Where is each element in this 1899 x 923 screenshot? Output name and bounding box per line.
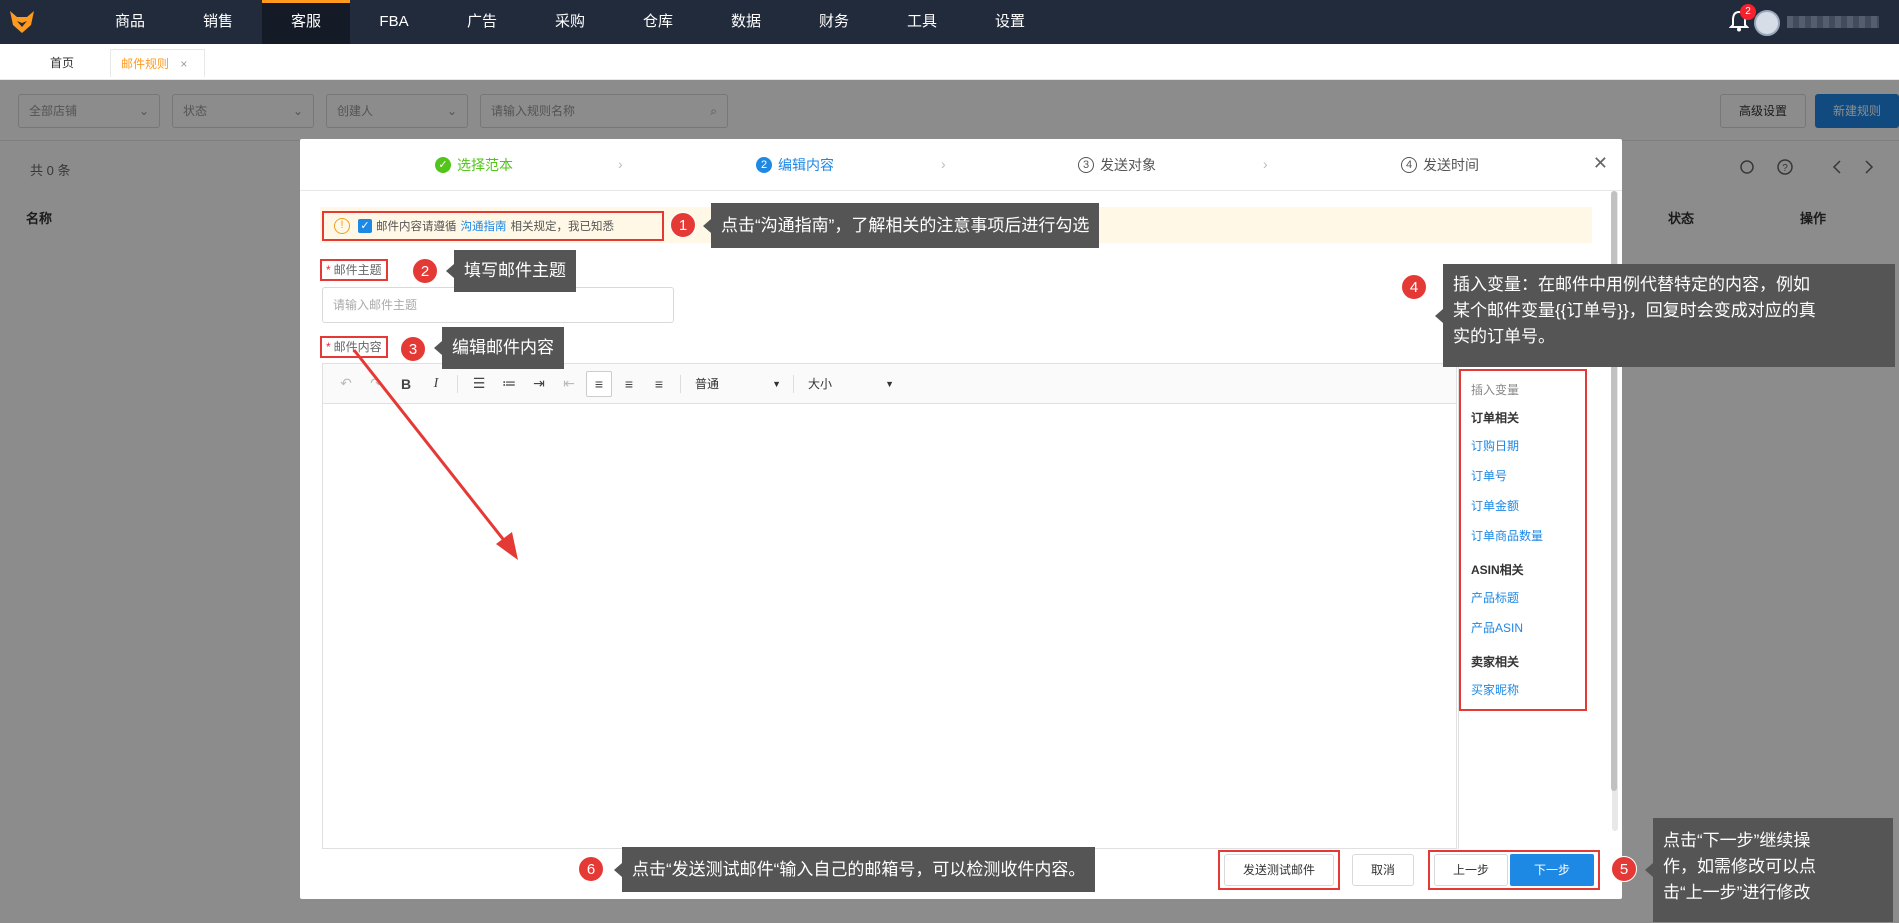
insert-variable-panel: 插入变量 订单相关 订购日期 订单号 订单金额 订单商品数量 ASIN相关 产品… — [1458, 363, 1592, 849]
subject-input[interactable] — [322, 287, 674, 323]
fox-logo-icon — [10, 11, 34, 33]
step-recipients[interactable]: 3 发送对象 — [1078, 155, 1156, 175]
callout-6: 点击“发送测试邮件“输入自己的邮箱号，可以检测收件内容。 — [613, 847, 1096, 892]
subject-label-text: 邮件主题 — [333, 263, 382, 277]
top-nav: 商品 销售 客服 FBA 广告 采购 仓库 数据 财务 工具 设置 2 — [0, 0, 1899, 44]
close-icon[interactable]: × — [180, 57, 187, 71]
callout-4: 插入变量：在邮件中用例代替特定的内容，例如 某个邮件变量{{订单号}}，回复时会… — [1435, 264, 1895, 367]
checkbox-checked[interactable]: ✓ — [358, 219, 372, 233]
caret-down-icon: ▼ — [885, 378, 894, 389]
callout-5-line-2: 作，如需修改可以点 — [1663, 857, 1816, 876]
variable-order-date[interactable]: 订购日期 — [1471, 437, 1519, 454]
variable-panel-title: 插入变量 — [1471, 383, 1520, 397]
chevron-right-icon: › — [618, 156, 623, 172]
step-choose-template[interactable]: ✓ 选择范本 — [435, 155, 513, 175]
notice-suffix: 相关规定，我已知悉 — [510, 221, 615, 233]
variable-buyer-nickname[interactable]: 买家昵称 — [1471, 681, 1519, 698]
communication-guide-link[interactable]: 沟通指南 — [461, 218, 507, 234]
step-number: 3 — [1078, 157, 1094, 173]
nav-data[interactable]: 数据 — [702, 0, 790, 44]
cancel-button[interactable]: 取消 — [1352, 854, 1414, 886]
callout-badge-2: 2 — [412, 258, 438, 284]
tab-mail-rules[interactable]: 邮件规则 × — [110, 49, 205, 77]
outdent-icon[interactable]: ⇤ — [556, 371, 582, 397]
callout-badge-6: 6 — [578, 856, 604, 882]
variable-group-order: 订单相关 — [1471, 411, 1520, 425]
nav-settings[interactable]: 设置 — [966, 0, 1054, 44]
step-label: 发送对象 — [1100, 157, 1156, 173]
chevron-right-icon: › — [1263, 156, 1268, 172]
toolbar-divider — [680, 374, 681, 393]
callout-5: 点击“下一步”继续操 作，如需修改可以点 击“上一步”进行修改 — [1645, 818, 1893, 922]
toolbar-divider — [793, 374, 794, 393]
step-send-time[interactable]: 4 发送时间 — [1401, 155, 1479, 175]
main-menu: 商品 销售 客服 FBA 广告 采购 仓库 数据 财务 工具 设置 — [86, 0, 1054, 44]
step-number: 4 — [1401, 157, 1417, 173]
variable-product-asin[interactable]: 产品ASIN — [1471, 619, 1523, 636]
nav-warehouse[interactable]: 仓库 — [614, 0, 702, 44]
font-size-value: 大小 — [808, 376, 833, 391]
required-mark: * — [326, 340, 331, 354]
nav-purchase[interactable]: 采购 — [526, 0, 614, 44]
send-test-mail-button[interactable]: 发送测试邮件 — [1224, 854, 1334, 886]
nav-ads[interactable]: 广告 — [438, 0, 526, 44]
nav-products[interactable]: 商品 — [86, 0, 174, 44]
next-step-button[interactable]: 下一步 — [1510, 854, 1594, 886]
nav-sales[interactable]: 销售 — [174, 0, 262, 44]
variable-order-amount[interactable]: 订单金额 — [1471, 497, 1519, 514]
page-tabs: 首页 邮件规则 × — [0, 44, 1899, 80]
warning-icon: ! — [334, 218, 350, 234]
annotation-arrow-icon — [352, 349, 518, 560]
caret-down-icon: ▼ — [772, 378, 781, 389]
variable-list-highlight: 插入变量 订单相关 订购日期 订单号 订单金额 订单商品数量 ASIN相关 产品… — [1459, 369, 1587, 711]
callout-1: 点击“沟通指南”，了解相关的注意事项后进行勾选 — [702, 203, 1100, 248]
nav-finance[interactable]: 财务 — [790, 0, 878, 44]
check-circle-icon: ✓ — [435, 157, 451, 173]
callout-5-line-1: 点击“下一步”继续操 — [1663, 831, 1811, 850]
paragraph-style-value: 普通 — [695, 376, 720, 391]
variable-product-title[interactable]: 产品标题 — [1471, 589, 1519, 606]
app-logo[interactable] — [0, 0, 44, 44]
callout-4-line-2: 某个邮件变量{{订单号}}，回复时会变成对应的真 — [1453, 301, 1816, 320]
notification-bell[interactable]: 2 — [1728, 4, 1756, 34]
align-right-icon[interactable]: ≡ — [646, 371, 672, 397]
prev-step-button[interactable]: 上一步 — [1434, 854, 1508, 886]
align-left-icon[interactable]: ≡ — [586, 370, 612, 397]
callout-4-line-3: 实的订单号。 — [1453, 327, 1555, 346]
callout-badge-5: 5 — [1611, 856, 1637, 882]
wizard-steps: ✓ 选择范本 › 2 编辑内容 › 3 发送对象 › 4 发送时间 ✕ — [300, 139, 1622, 191]
step-number: 2 — [756, 157, 772, 173]
variable-group-asin: ASIN相关 — [1471, 563, 1524, 577]
variable-group-buyer: 卖家相关 — [1471, 655, 1520, 669]
nav-customer-service[interactable]: 客服 — [262, 0, 350, 44]
callout-2: 填写邮件主题 — [446, 250, 576, 292]
step-label: 选择范本 — [457, 157, 513, 173]
username-blurred[interactable] — [1787, 16, 1879, 28]
notice-prefix: 邮件内容请遵循 — [376, 221, 457, 233]
callout-badge-1: 1 — [670, 212, 696, 238]
notification-badge: 2 — [1740, 4, 1756, 20]
tab-mail-rules-label: 邮件规则 — [121, 57, 170, 71]
callout-badge-4: 4 — [1401, 274, 1427, 300]
chevron-right-icon: › — [941, 156, 946, 172]
variable-order-item-count[interactable]: 订单商品数量 — [1471, 527, 1543, 544]
step-label: 发送时间 — [1423, 157, 1479, 173]
nav-fba[interactable]: FBA — [350, 0, 438, 44]
required-mark: * — [326, 263, 331, 277]
nav-tools[interactable]: 工具 — [878, 0, 966, 44]
guideline-ack-checkbox-row[interactable]: ! ✓ 邮件内容请遵循 沟通指南 相关规定，我已知悉 — [322, 211, 664, 241]
callout-5-line-3: 击“上一步”进行修改 — [1663, 883, 1811, 902]
font-size-select[interactable]: 大小 ▼ — [802, 371, 898, 397]
paragraph-style-select[interactable]: 普通 ▼ — [689, 371, 785, 397]
step-edit-content[interactable]: 2 编辑内容 — [756, 155, 834, 175]
variable-order-id[interactable]: 订单号 — [1471, 467, 1507, 484]
avatar[interactable] — [1754, 10, 1780, 36]
step-label: 编辑内容 — [778, 157, 834, 173]
subject-label: * 邮件主题 — [320, 259, 388, 281]
callout-4-line-1: 插入变量：在邮件中用例代替特定的内容，例如 — [1453, 275, 1810, 294]
align-center-icon[interactable]: ≡ — [616, 371, 642, 397]
tab-home[interactable]: 首页 — [40, 49, 84, 77]
close-icon[interactable]: ✕ — [1593, 153, 1608, 174]
